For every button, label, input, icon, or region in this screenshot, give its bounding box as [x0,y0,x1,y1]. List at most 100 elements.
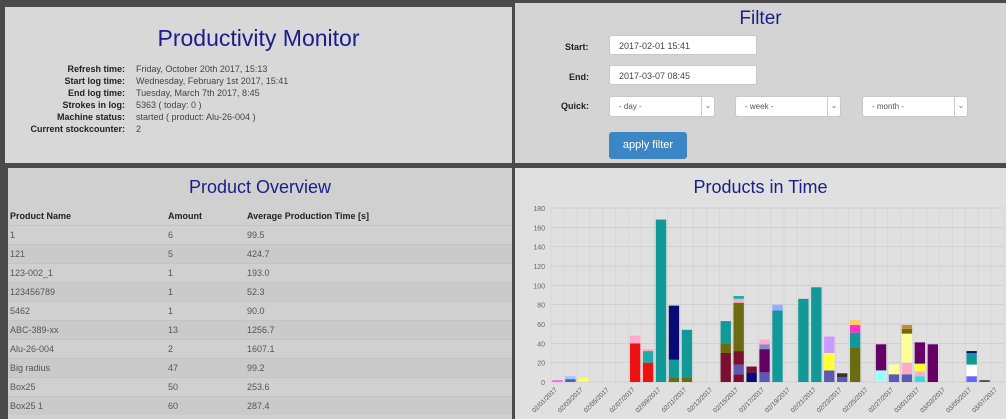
avg-time-cell: 1607.1 [245,339,512,359]
product-overview-panel: Product Overview Product Name Amount Ave… [8,168,512,419]
x-tick-label: 02/01/2017 [531,386,559,414]
chevron-down-icon: ⌄ [827,97,840,116]
products-in-time-panel: Products in Time 0 20 40 60 80 100 120 140 160 18… [515,168,1006,419]
bar-segment [966,364,977,377]
bar-segment [629,335,641,344]
start-input[interactable]: 2017-02-01 15:41 [609,35,757,55]
bar-segment [565,376,576,380]
y-tick-label: 80 [537,303,545,310]
bar-segment [733,295,744,299]
amount-cell: 2 [166,339,245,359]
strokes-label: Strokes in log: [62,100,125,110]
product-name-cell: Big radius [8,358,166,378]
x-tick-label: 03/03/2017 [919,386,947,414]
stockcounter-value: 2 [136,124,142,134]
x-tick-label: 02/23/2017 [816,386,844,414]
day-select[interactable]: - day - ⌄ [609,96,715,117]
avg-time-cell: 193.0 [245,263,512,283]
y-tick-label: 0 [541,380,545,387]
y-tick-label: 20 [537,361,545,368]
product-name-cell: ABC-389-xx [8,320,166,340]
bar-segment [849,320,861,325]
week-select-value: - week - [745,102,774,111]
start-log-time-value: Wednesday, February 1st 2017, 15:41 [136,76,289,86]
end-label: End: [569,72,589,82]
bar-segment [914,376,926,382]
bar-segment [720,353,731,382]
avg-time-cell: 287.4 [245,396,512,415]
bar-segment [849,332,861,348]
table-row: 1 6 99.5 [8,225,512,245]
bar-segment [578,378,589,382]
x-tick-label: 02/15/2017 [712,386,740,414]
product-table: Product Name Amount Average Production T… [8,206,512,415]
x-tick-label: 02/03/2017 [557,386,585,414]
month-select-value: - month - [872,102,905,111]
bar-segment [849,347,861,382]
bar-segment [720,321,731,344]
table-row: Alu-26-004 2 1607.1 [8,339,512,359]
x-tick-label: 02/09/2017 [634,386,662,414]
bar-segment [565,379,576,382]
x-tick-label: 02/19/2017 [764,386,792,414]
bar-segment [759,339,770,345]
product-name-cell: 123456789 [8,282,166,302]
end-input[interactable]: 2017-03-07 08:45 [609,65,757,85]
y-tick-label: 60 [537,322,545,329]
bar-segment [746,372,757,382]
amount-cell: 1 [166,301,245,321]
bar-segment [837,377,848,382]
table-row: Box25 50 253.6 [8,377,512,397]
column-header[interactable]: Amount [166,206,245,226]
avg-time-cell: 253.6 [245,377,512,397]
bar-segment [888,364,900,375]
refresh-time-label: Refresh time: [67,64,125,74]
amount-cell: 1 [166,282,245,302]
avg-time-cell: 424.7 [245,244,512,264]
amount-cell: 60 [166,396,245,415]
table-row: 123-002_1 1 193.0 [8,263,512,283]
bar-segment [849,324,861,333]
bar-segment [901,374,913,382]
month-select[interactable]: - month - ⌄ [862,96,968,117]
apply-filter-button[interactable]: apply filter [609,132,687,159]
column-header[interactable]: Average Production Time [s] [245,206,512,226]
amount-cell: 6 [166,225,245,245]
product-name-cell: 123-002_1 [8,263,166,283]
x-tick-label: 02/13/2017 [686,386,714,414]
bar-segment [772,304,783,311]
product-name-cell: 121 [8,244,166,264]
bar-segment [681,329,693,378]
week-select[interactable]: - week - ⌄ [735,96,841,117]
amount-cell: 1 [166,263,245,283]
bar-segment [642,351,654,363]
x-tick-label: 02/11/2017 [661,386,689,414]
amount-cell: 5 [166,244,245,264]
table-row: 5462 1 90.0 [8,301,512,321]
table-row: Box25 1 60 287.4 [8,396,512,415]
table-header-row: Product Name Amount Average Production T… [8,206,512,226]
filter-title: Filter [739,8,782,29]
x-tick-label: 02/21/2017 [790,386,818,414]
bar-segment [979,380,990,382]
table-row: 123456789 1 52.3 [8,282,512,302]
avg-time-cell: 90.0 [245,301,512,321]
amount-cell: 47 [166,358,245,378]
bar-segment [914,363,926,372]
bar-segment [901,362,913,375]
amount-cell: 13 [166,320,245,340]
table-row: Big radius 47 99.2 [8,358,512,378]
column-header[interactable]: Product Name [8,206,166,226]
avg-time-cell: 99.2 [245,358,512,378]
strokes-value: 5363 ( today: 0 ) [136,100,202,110]
products-in-time-chart: 0 20 40 60 80 100 120 140 160 180 02/01/201702/03/… [531,206,1005,414]
bar-segment [642,362,654,382]
bar-segment [655,219,667,382]
y-tick-label: 160 [533,225,545,232]
bar-segment [733,364,744,375]
bar-segment [914,342,926,364]
bar-segment [746,366,757,373]
table-row: 121 5 424.7 [8,244,512,264]
product-name-cell: Box25 [8,377,166,397]
bar-segment [629,343,641,382]
